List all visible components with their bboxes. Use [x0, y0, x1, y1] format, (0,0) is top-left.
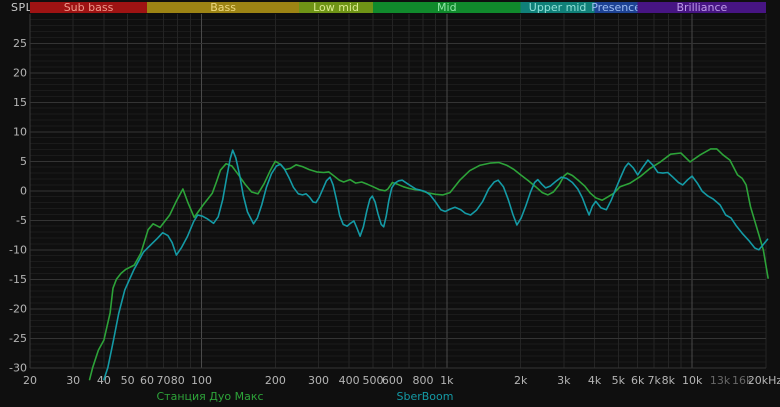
- y-tick-label: 0: [20, 185, 27, 198]
- y-tick-label: 5: [20, 155, 27, 168]
- band-label: Sub bass: [64, 1, 114, 14]
- band-label: Bass: [210, 1, 236, 14]
- x-tick-label: 5k: [612, 374, 626, 387]
- x-tick-label: 8k: [662, 374, 676, 387]
- y-tick-label: 20: [13, 67, 27, 80]
- x-tick-label: 500: [362, 374, 383, 387]
- band-label: Brilliance: [676, 1, 727, 14]
- x-tick-label: 80: [171, 374, 185, 387]
- x-tick-label: 200: [265, 374, 286, 387]
- x-tick-label: 10k: [682, 374, 703, 387]
- x-tick-label: 60: [140, 374, 154, 387]
- band-label: Upper mid: [529, 1, 587, 14]
- y-tick-label: -15: [9, 273, 27, 286]
- plot-svg: Sub bass Bass Low mid Mid Upper mid Presence B…: [9, 1, 780, 403]
- y-tick-label: -30: [9, 362, 27, 375]
- x-tick-label: 50: [121, 374, 135, 387]
- y-tick-label: 10: [13, 126, 27, 139]
- x-tick-label: 20: [23, 374, 37, 387]
- x-tick-label: 40: [97, 374, 111, 387]
- frequency-response-chart: SPL Sub bass Bass Low mid Mid Upper mid Prese…: [0, 0, 780, 407]
- x-tick-label: 7k: [647, 374, 661, 387]
- x-tick-label: 30: [66, 374, 80, 387]
- band-label: Low mid: [313, 1, 359, 14]
- x-tick-label: 70: [156, 374, 170, 387]
- band-label: Presence: [591, 1, 641, 14]
- legend-label-0: Станция Дуо Макс: [156, 390, 263, 403]
- series-curve-0: [88, 148, 769, 381]
- y-tick-label: -5: [16, 214, 27, 227]
- legend-label-1: SberBoom: [397, 390, 454, 403]
- y-tick-label: 15: [13, 96, 27, 109]
- y-tick-label: -25: [9, 332, 27, 345]
- x-tick-label: 20kHz: [748, 374, 780, 387]
- x-tick-label: 13k: [710, 374, 731, 387]
- x-tick-label: 800: [413, 374, 434, 387]
- band-label: Mid: [437, 1, 457, 14]
- x-tick-label: 400: [339, 374, 360, 387]
- y-tick-label: -20: [9, 303, 27, 316]
- x-tick-label: 4k: [588, 374, 602, 387]
- x-tick-label: 3k: [557, 374, 571, 387]
- y-tick-label: 25: [13, 37, 27, 50]
- x-tick-label: 2k: [514, 374, 528, 387]
- x-tick-label: 100: [191, 374, 212, 387]
- x-tick-label: 1k: [440, 374, 454, 387]
- x-tick-label: 300: [308, 374, 329, 387]
- x-tick-label: 6k: [631, 374, 645, 387]
- x-tick-label: 600: [382, 374, 403, 387]
- y-tick-label: -10: [9, 244, 27, 257]
